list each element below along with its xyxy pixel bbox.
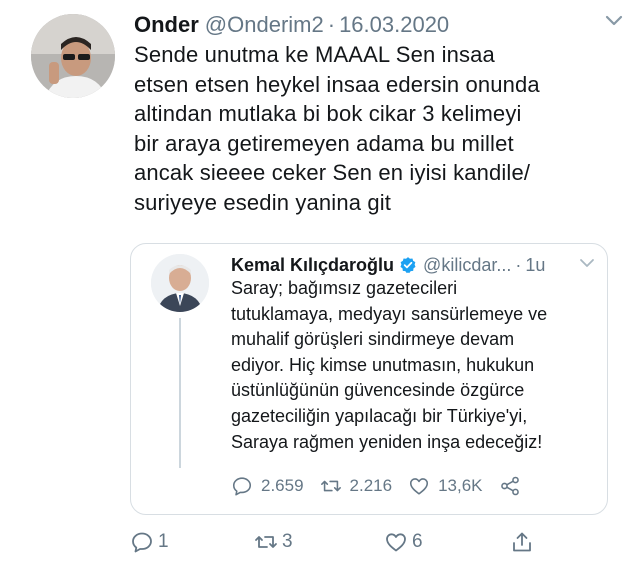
tweet-header: Onder @Onderim2 · 16.03.2020 [134, 10, 620, 40]
quoted-text-line: Saraya rağmen yeniden inşa edeceğiz! [231, 431, 543, 452]
verified-badge-icon [400, 257, 416, 274]
tweet-text-line: Sende unutma ke MAAAL Sen insaa [134, 42, 495, 67]
author-avatar[interactable] [31, 14, 115, 98]
author-name[interactable]: Onder [134, 12, 199, 38]
quoted-text: Saray; bağımsız gazetecileri tutuklamaya… [231, 276, 603, 455]
like-count: 6 [412, 531, 423, 552]
retweet-count: 3 [282, 531, 293, 552]
like-icon [410, 478, 429, 495]
reply-icon [232, 477, 252, 496]
quoted-share-button[interactable] [499, 475, 529, 497]
tweet-text-line: ancak sieeee ceker Sen en iyisi kandile/ [134, 160, 531, 186]
author-handle[interactable]: @Onderim2 [205, 12, 324, 38]
quoted-retweet-button[interactable]: 2.216 [320, 475, 393, 497]
quoted-text-line: üstünlüğünün güvencesinde özgürce [231, 380, 525, 401]
separator-dot: · [327, 12, 336, 37]
like-icon [386, 533, 406, 552]
like-button[interactable]: 6 [384, 530, 423, 554]
chevron-down-icon[interactable] [579, 258, 595, 269]
quoted-author-handle[interactable]: @kilicdar... [423, 255, 511, 276]
quoted-text-line: gazeteciliğin yapılacağı bir Türkiye'yi, [231, 405, 528, 426]
thread-line [179, 318, 181, 468]
retweet-icon [255, 536, 277, 548]
quoted-text-line: tutuklamaya, medyayı sansürlemeye ve [231, 303, 548, 324]
quoted-time[interactable]: 1u [525, 255, 545, 276]
retweet-icon [320, 480, 341, 492]
quoted-text-line: muhalif görüşleri sindirmeye devam [231, 329, 515, 350]
quoted-like-count: 13,6K [438, 476, 483, 495]
reply-button[interactable]: 1 [130, 530, 169, 554]
quoted-header: Kemal Kılıçdaroğlu @kilicdar... · 1u [231, 252, 597, 278]
share-icon [513, 532, 531, 552]
quoted-author-avatar[interactable] [151, 254, 209, 312]
chevron-down-icon[interactable] [604, 14, 624, 28]
quoted-reply-button[interactable]: 2.659 [231, 475, 304, 497]
quoted-retweet-count: 2.216 [349, 476, 393, 495]
share-button[interactable] [510, 530, 538, 554]
separator-dot: · [515, 254, 522, 275]
retweet-button[interactable]: 3 [254, 530, 293, 554]
quoted-like-button[interactable]: 13,6K [408, 475, 483, 497]
quoted-tweet-card[interactable]: Kemal Kılıçdaroğlu @kilicdar... · 1u Sar… [130, 243, 608, 515]
quoted-text-line: Saray; bağımsız gazetecileri [231, 278, 458, 298]
reply-count: 1 [158, 531, 169, 552]
share-icon [500, 476, 519, 496]
tweet-text-line: etsen etsen heykel insaa edersin onunda [134, 71, 540, 97]
reply-icon [132, 532, 152, 553]
tweet-text: Sende unutma ke MAAAL Sen insaa etsen et… [134, 40, 624, 218]
quoted-reply-count: 2.659 [261, 476, 304, 495]
quoted-author-name[interactable]: Kemal Kılıçdaroğlu [231, 255, 394, 276]
quoted-text-line: ediyor. Hiç kimse unutmasın, hukukun [231, 354, 535, 375]
tweet-date[interactable]: 16.03.2020 [339, 12, 449, 38]
tweet-action-bar: 1 3 6 [130, 530, 550, 560]
tweet: Onder @Onderim2 · 16.03.2020 Sende unutm… [0, 0, 640, 577]
tweet-text-line: altindan mutlaka bi bok cikar 3 kelimeyi [134, 101, 522, 127]
tweet-text-line: suriyeye esedin yanina git [134, 189, 392, 215]
quoted-action-bar: 2.659 2.216 13,6K [231, 472, 597, 500]
tweet-text-line: bir araya getiremeyen adama bu millet [134, 130, 514, 156]
